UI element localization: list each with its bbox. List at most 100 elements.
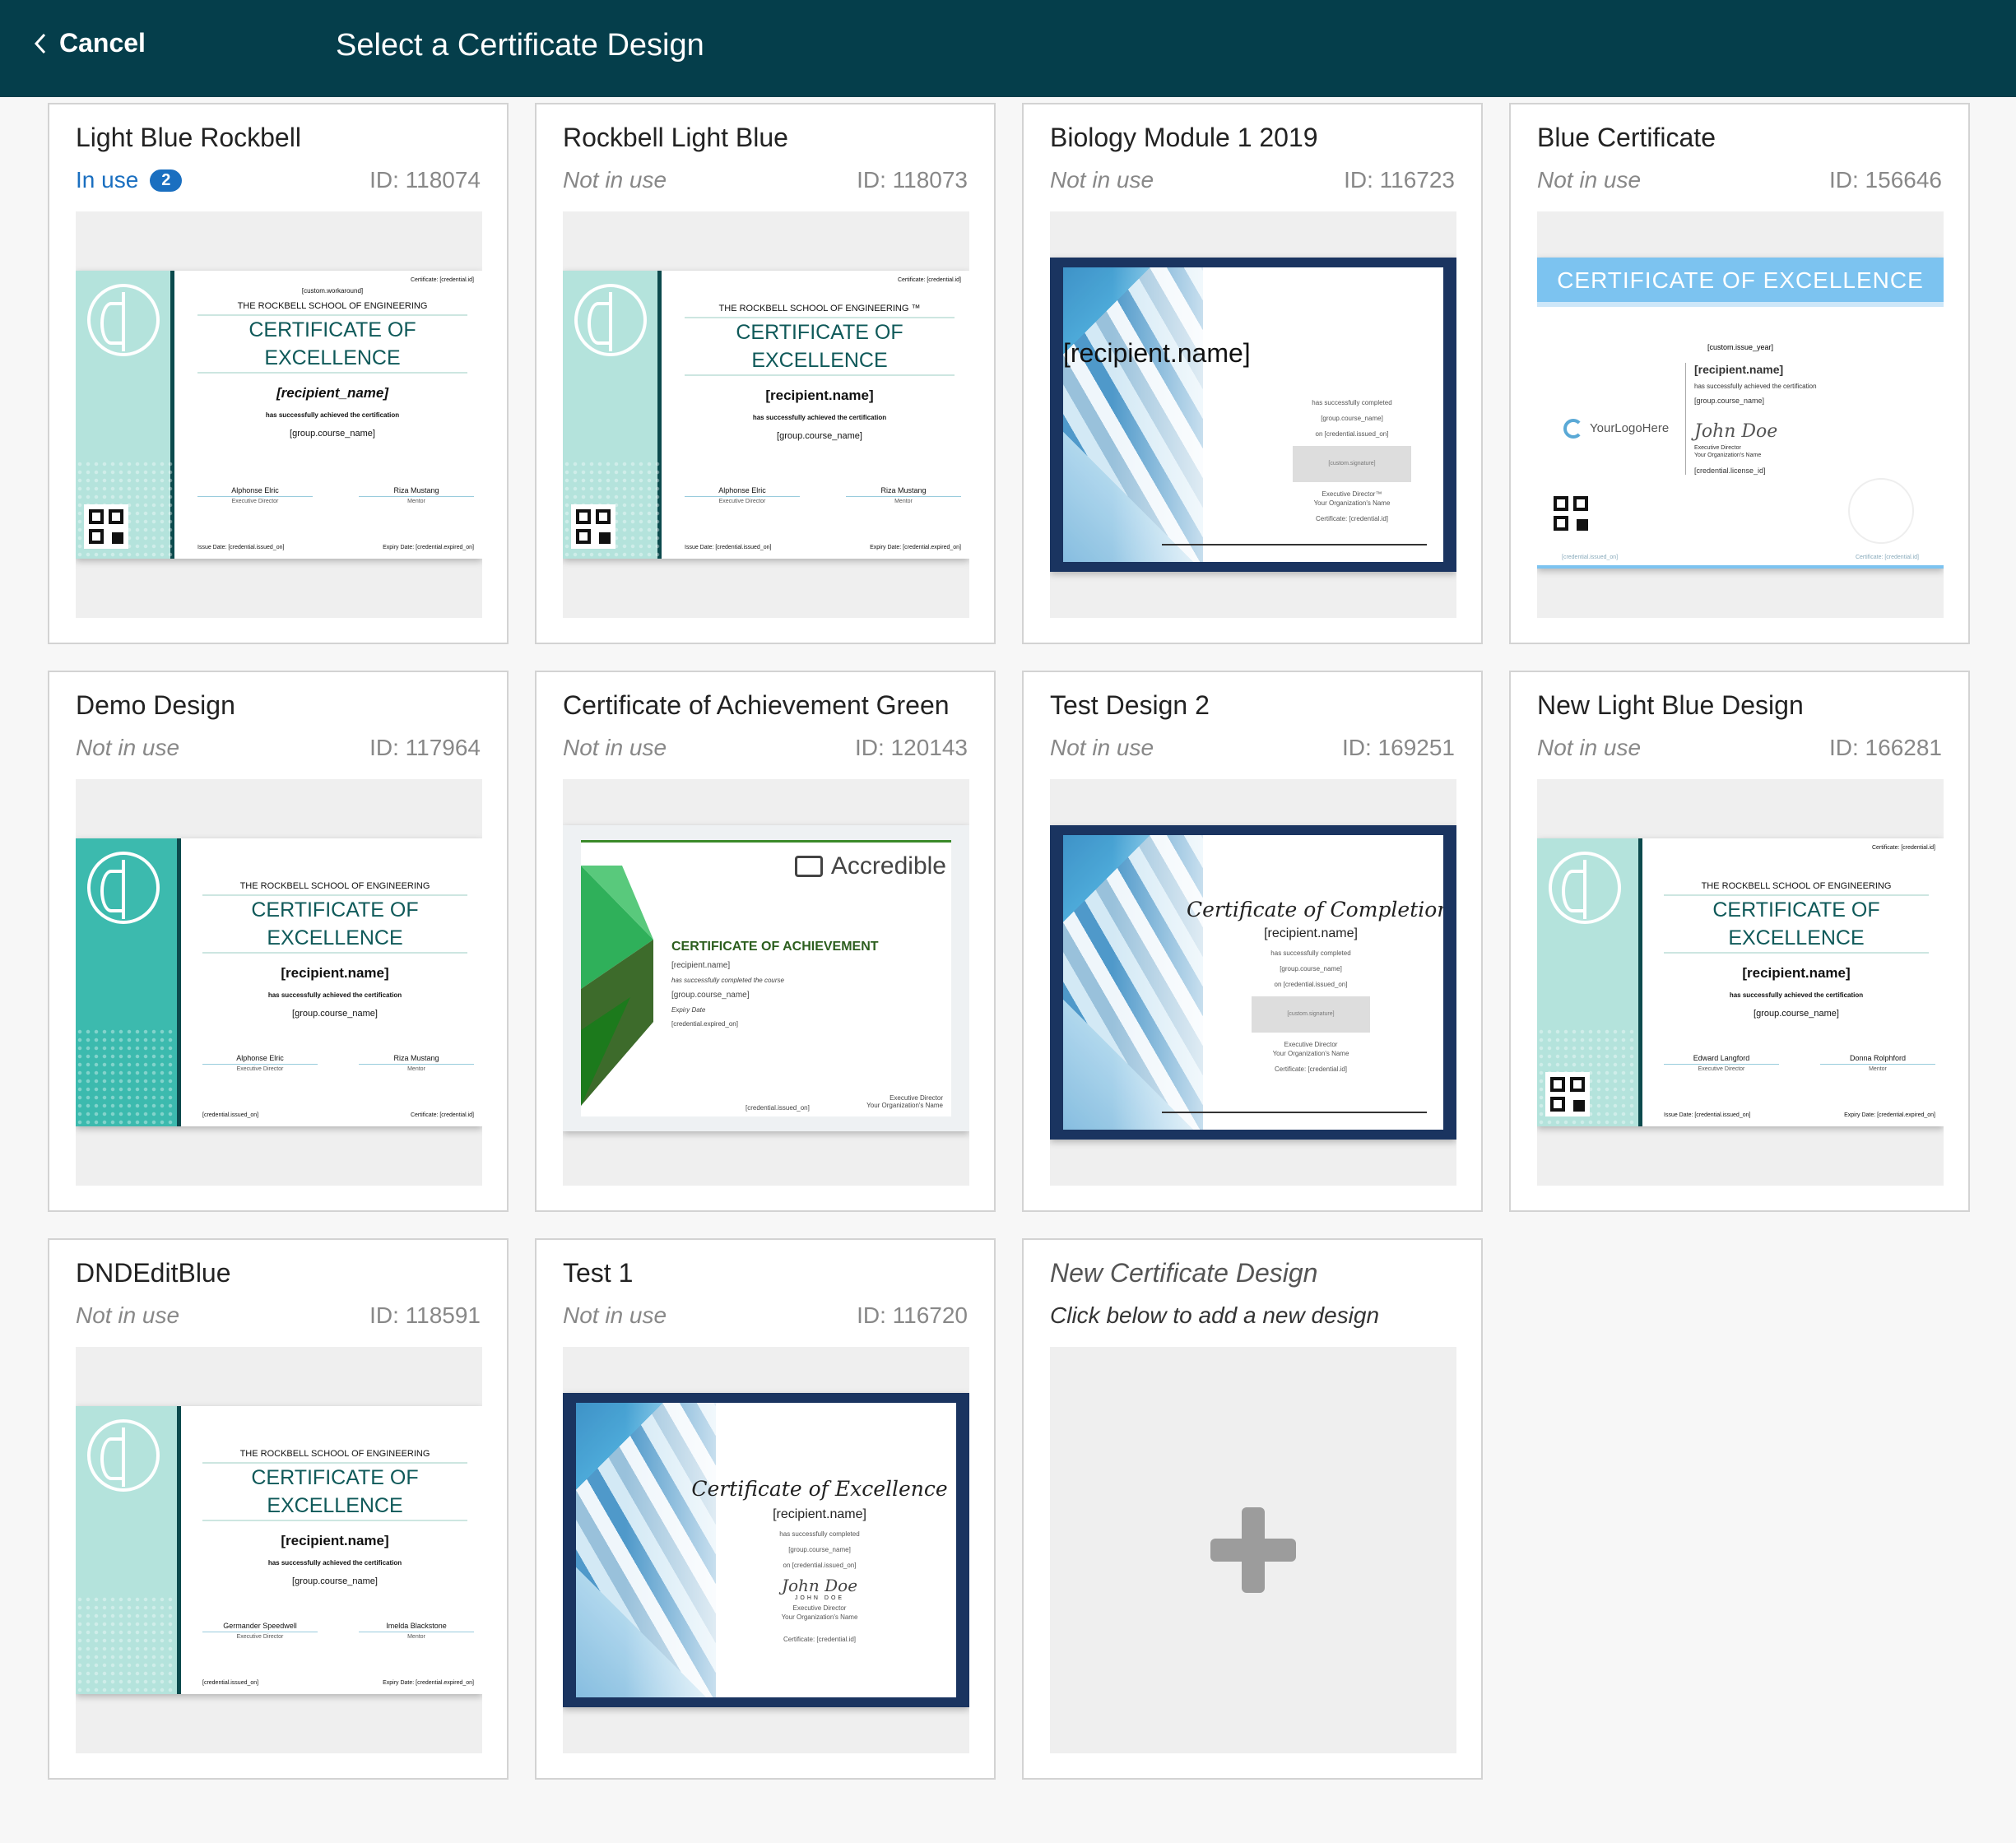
certificate-thumbnail: Certificate of Excellence [recipient.nam… — [563, 1393, 969, 1707]
cert-expiry: [credential.expired_on] — [671, 1020, 738, 1028]
cert-signatory: Alphonse Elric — [202, 1054, 318, 1065]
cert-recipient: [recipient.name] — [1742, 965, 1851, 981]
design-preview[interactable]: Certificate: [credential.id] [custom.wor… — [76, 211, 482, 618]
certificate-thumbnail: Certificate: [credential.id] THE ROCKBEL… — [563, 271, 969, 559]
cert-course: [group.course_name] — [671, 991, 750, 1000]
design-card[interactable]: Light Blue Rockbell In use 2 ID: 118074 C… — [48, 103, 509, 644]
org-logo-icon: YourLogoHere — [1563, 419, 1669, 439]
certificate-thumbnail: CERTIFICATE OF EXCELLENCE [custom.issue_… — [1537, 258, 1944, 569]
cancel-button[interactable]: Cancel — [33, 28, 146, 58]
design-preview[interactable]: [recipient.name] has successfully comple… — [1050, 211, 1456, 618]
cert-completed: has successfully completed — [1270, 949, 1351, 957]
cert-signature: John Doe — [1694, 421, 1778, 442]
cert-recipient: [recipient.name] — [765, 388, 874, 403]
cert-org: Your Organization's Name — [1272, 1050, 1349, 1057]
cert-signatory: JOHN DOE — [794, 1595, 845, 1601]
cert-id-text: Certificate: [credential.id] — [1855, 555, 1919, 560]
design-preview[interactable]: Accredible CERTIFICATE OF ACHIEVEMENT [r… — [563, 779, 969, 1186]
cert-script-title: Certificate of Excellence — [691, 1477, 948, 1501]
design-status: Not in use — [1050, 167, 1154, 193]
cert-expiry-date: Expiry Date: [credential.expired_on] — [870, 545, 961, 550]
design-card[interactable]: Certificate of Achievement Green Not in … — [535, 671, 996, 1212]
design-preview[interactable]: Certificate of Completion [recipient.nam… — [1050, 779, 1456, 1186]
design-card[interactable]: Blue Certificate Not in use ID: 156646 C… — [1509, 103, 1970, 644]
certificate-thumbnail: Certificate: [credential.id] [custom.wor… — [76, 271, 482, 559]
design-name: New Light Blue Design — [1537, 690, 1804, 720]
design-preview[interactable]: Certificate: [credential.id] THE ROCKBEL… — [1537, 779, 1944, 1186]
cert-achieved: has successfully achieved the certificat… — [1694, 383, 1817, 390]
qr-code-icon — [1549, 491, 1593, 536]
cert-achieved: has successfully achieved the certificat… — [1729, 991, 1864, 999]
cert-school: THE ROCKBELL SCHOOL OF ENGINEERING — [239, 881, 430, 891]
cert-signatory-role: Mentor — [1869, 1066, 1887, 1072]
cert-org: Your Organization's Name — [866, 1102, 943, 1109]
design-preview[interactable]: Certificate: [credential.id] THE ROCKBEL… — [563, 211, 969, 618]
cert-issue-date: [credential.issued_on] — [746, 1104, 810, 1112]
cert-exec: Executive Director — [1284, 1041, 1338, 1048]
design-status: Not in use — [1050, 735, 1154, 760]
cert-org: Your Organization's Name — [781, 1613, 858, 1621]
cert-signatory-role: Mentor — [407, 499, 425, 504]
cert-id-text: Certificate: [credential.id] — [1871, 845, 1935, 851]
design-card[interactable]: Test 1 Not in use ID: 116720 Certificate… — [535, 1238, 996, 1780]
new-design-title: New Certificate Design — [1050, 1258, 1318, 1288]
design-preview[interactable]: Certificate of Excellence [recipient.nam… — [563, 1347, 969, 1753]
cert-date: on [credential.issued_on] — [1274, 981, 1348, 988]
certificate-sidebar — [1537, 838, 1642, 1126]
cert-org: Your Organization's Name — [1694, 453, 1762, 458]
design-card[interactable]: Demo Design Not in use ID: 117964 THE RO… — [48, 671, 509, 1212]
design-name: Test Design 2 — [1050, 690, 1210, 720]
cert-date: on [credential.issued_on] — [783, 1562, 857, 1569]
usage-count-badge: 2 — [150, 169, 183, 192]
page-title: Select a Certificate Design — [336, 28, 704, 63]
design-id: ID: 169251 — [1342, 735, 1455, 760]
cert-course: [group.course_name] — [292, 1576, 378, 1586]
certificate-sidebar — [76, 1406, 181, 1694]
design-status: Not in use — [563, 1302, 667, 1328]
design-id: ID: 118591 — [369, 1302, 481, 1328]
design-id: ID: 118073 — [857, 167, 968, 193]
design-card[interactable]: Rockbell Light Blue Not in use ID: 11807… — [535, 103, 996, 644]
design-status: Not in use — [1537, 167, 1642, 193]
cert-expiry-date: Expiry Date: [credential.expired_on] — [383, 545, 474, 550]
cert-heading: CERTIFICATE OF ACHIEVEMENT — [671, 940, 879, 954]
design-status: Not in use — [563, 167, 667, 193]
cert-course: [group.course_name] — [292, 1009, 378, 1019]
cert-signatory-role: Mentor — [894, 499, 913, 504]
cert-heading: CERTIFICATE OF EXCELLENCE — [197, 314, 467, 374]
design-name: Test 1 — [563, 1258, 634, 1288]
new-design-card[interactable]: New Certificate Design Click below to ad… — [1022, 1238, 1483, 1780]
school-logo-icon — [87, 852, 160, 924]
design-card[interactable]: New Light Blue Design Not in use ID: 166… — [1509, 671, 1970, 1212]
cert-signature-box: [custom.signature] — [1293, 446, 1411, 482]
design-card[interactable]: DNDEditBlue Not in use ID: 118591 THE RO… — [48, 1238, 509, 1780]
cert-recipient: [recipient_name] — [276, 385, 389, 401]
cert-course: [group.course_name] — [788, 1546, 851, 1553]
certificate-thumbnail: [recipient.name] has successfully comple… — [1050, 258, 1456, 572]
design-preview[interactable]: CERTIFICATE OF EXCELLENCE [custom.issue_… — [1537, 211, 1944, 618]
design-card[interactable]: Test Design 2 Not in use ID: 169251 Cert… — [1022, 671, 1483, 1212]
design-preview[interactable]: THE ROCKBELL SCHOOL OF ENGINEERING CERTI… — [76, 779, 482, 1186]
cert-recipient: [recipient.name] — [281, 965, 389, 981]
design-card[interactable]: Biology Module 1 2019 Not in use ID: 116… — [1022, 103, 1483, 644]
cert-id-text: Certificate: [credential.id] — [1315, 515, 1389, 522]
cert-signatory: Riza Mustang — [359, 1054, 474, 1065]
cert-completed: has successfully completed — [1312, 399, 1392, 406]
cert-exec: Executive Director™ — [1322, 490, 1382, 498]
school-logo-icon — [574, 284, 647, 356]
cert-license: [credential.license_id] — [1694, 467, 1766, 475]
design-preview[interactable]: THE ROCKBELL SCHOOL OF ENGINEERING CERTI… — [76, 1347, 482, 1753]
seal-icon — [1848, 478, 1914, 544]
add-design-button[interactable] — [1050, 1347, 1456, 1753]
cert-issue-date: [credential.issued_on] — [202, 1680, 259, 1686]
cert-signatory: Edward Langford — [1664, 1054, 1779, 1065]
chevron-left-icon — [34, 33, 46, 53]
cert-school: THE ROCKBELL SCHOOL OF ENGINEERING — [237, 301, 428, 311]
design-id: ID: 118074 — [369, 167, 481, 193]
cert-signatory-role: Executive Director — [236, 1066, 284, 1072]
cert-signatory-role: Mentor — [407, 1066, 425, 1072]
cert-issue-date: [credential.issued_on] — [1562, 555, 1619, 560]
design-name: Rockbell Light Blue — [563, 123, 788, 152]
certificate-thumbnail: THE ROCKBELL SCHOOL OF ENGINEERING CERTI… — [76, 1406, 482, 1694]
cert-signatory: Donna Rolphford — [1820, 1054, 1935, 1065]
